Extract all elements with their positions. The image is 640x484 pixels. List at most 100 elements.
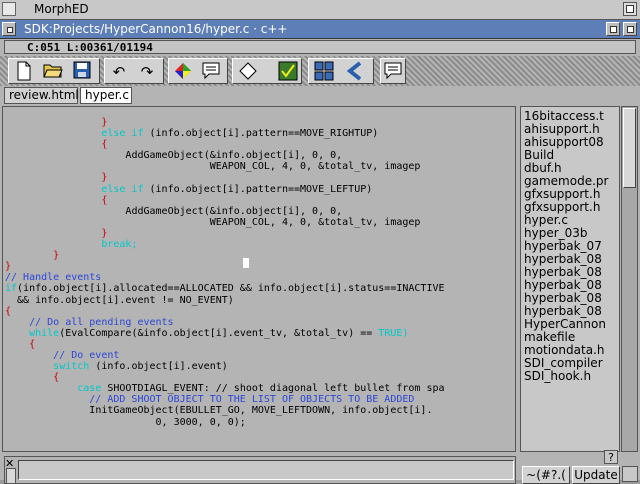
grid-icon[interactable] (313, 61, 335, 83)
brace-token: } (101, 117, 108, 128)
code-line: else if (info.object[i].pattern==MOVE_LE… (5, 184, 445, 195)
code-line: WEAPON_COL, 4, 0, &total_tv, imagep (5, 161, 445, 172)
code-line: AddGameObject(&info.object[i], 0, 0, (5, 206, 445, 217)
file-list-scrollbar[interactable] (621, 106, 638, 452)
code-line: WEAPON_COL, 4, 0, &total_tv, imagep (5, 217, 445, 228)
indent-token (5, 161, 210, 172)
shape-group (232, 58, 302, 84)
code-line: { (5, 372, 445, 383)
screen-title: MorphED (34, 2, 89, 16)
close-window-icon[interactable] (2, 22, 16, 36)
arrow-icon[interactable] (345, 61, 367, 83)
code-line: InitGameObject(EBULLET_GO, MOVE_LEFTDOWN… (5, 405, 445, 416)
indent-token (5, 150, 125, 161)
command-input[interactable] (18, 460, 514, 480)
shape-diamond-icon[interactable] (237, 61, 259, 83)
zoom-icon[interactable] (606, 22, 620, 36)
screen-menu-icon[interactable] (2, 2, 16, 16)
redo-icon[interactable]: ↷ (136, 61, 158, 83)
comment-token: // Handle events (5, 272, 102, 284)
keyword-token: while (29, 327, 60, 339)
indent-token (5, 417, 156, 428)
tab-hyper-c[interactable]: hyper.c (80, 87, 132, 104)
comment-token: // ADD SHOOT OBJECT TO THE LIST OF OBJEC… (5, 394, 415, 406)
indent-token (5, 405, 89, 416)
code-token: (info.object[i].allocated==ALLOCATED && … (17, 283, 445, 295)
scrollbar-knob[interactable] (623, 108, 636, 188)
code-token: AddGameObject(&info.object[i], 0, 0, (125, 205, 343, 217)
filter-pattern-button[interactable]: ~(#?.( (522, 466, 570, 484)
file-list-item[interactable]: SDI_hook.h (524, 370, 591, 383)
tab-review-html[interactable]: review.html (4, 87, 79, 104)
open-folder-icon[interactable] (42, 61, 64, 83)
color-diamond-icon[interactable] (172, 61, 194, 83)
text-cursor (243, 258, 249, 268)
brace-token: { (29, 338, 36, 350)
notes-group (380, 58, 406, 84)
cursor-status-line: C:051 L:00361/01194 (4, 40, 636, 54)
code-line: && info.object[i].event != NO_EVENT) (5, 295, 445, 306)
code-line: if(info.object[i].allocated==ALLOCATED &… (5, 283, 445, 294)
comment-icon[interactable] (200, 61, 222, 83)
code-token: && info.object[i].event != NO_EVENT) (5, 294, 234, 306)
history-group: ↶ ↷ (104, 58, 164, 84)
indent-token (5, 250, 53, 261)
code-line: } (5, 261, 445, 272)
code-token: (info.object[i].pattern==MOVE_LEFTUP) (143, 183, 373, 195)
code-editor[interactable]: } else if (info.object[i].pattern==MOVE_… (2, 106, 516, 452)
new-file-icon[interactable] (13, 61, 35, 83)
undo-icon[interactable]: ↶ (108, 61, 130, 83)
keyword-token: else if (101, 183, 144, 195)
comment-token: // Do all pending events (5, 316, 174, 328)
code-token: WEAPON_COL, 4, 0, &total_tv, imagep (209, 216, 421, 228)
code-line: AddGameObject(&info.object[i], 0, 0, (5, 150, 445, 161)
keyword-token: break; (101, 239, 138, 251)
update-button[interactable]: Update (572, 466, 620, 484)
indent-token (5, 128, 101, 139)
note-icon[interactable] (382, 61, 404, 83)
panel-scrollbar[interactable] (6, 468, 16, 484)
indent-token (5, 195, 101, 206)
brace-token: { (101, 139, 108, 151)
code-lines: } else if (info.object[i].pattern==MOVE_… (5, 117, 445, 428)
indent-token (5, 206, 125, 217)
code-line: switch (info.object[i].event) (5, 361, 445, 372)
brace-token: } (5, 261, 12, 273)
code-line: } (5, 172, 445, 183)
screen-title-bar: MorphED (0, 0, 640, 20)
indent-token (5, 117, 101, 128)
keyword-token: case (77, 383, 102, 395)
indent-token (5, 239, 101, 250)
code-line: // Do event (5, 350, 445, 361)
code-line: { (5, 339, 445, 350)
code-token: 0, 3000, 0, 0); (155, 416, 246, 428)
indent-token (5, 328, 29, 339)
cursor-position: C:051 L:00361/01194 (27, 41, 153, 54)
code-line: } (5, 250, 445, 261)
format-group (168, 58, 228, 84)
window-depth-icon[interactable] (623, 22, 637, 36)
brace-token: { (53, 372, 60, 384)
file-group (8, 58, 100, 84)
code-token: WEAPON_COL, 4, 0, &total_tv, imagep (209, 161, 421, 173)
window-title-bar[interactable]: SDK:Projects/HyperCannon16/hyper.c · c++ (0, 20, 640, 39)
code-line: case SHOOTDIAGL_EVENT: // shoot diagonal… (5, 383, 444, 395)
code-token: (info.object[i].event) (89, 361, 228, 373)
indent-token (5, 383, 77, 394)
code-line: else if (info.object[i].pattern==MOVE_RI… (5, 128, 445, 139)
view-group (308, 58, 374, 84)
screen-depth-icon[interactable] (623, 2, 637, 16)
check-icon[interactable] (277, 61, 299, 83)
save-disk-icon[interactable] (71, 61, 93, 83)
keyword-token: else if (101, 128, 144, 140)
indent-token (5, 361, 53, 372)
indent-token (5, 139, 101, 150)
toolbar: ↶ ↷ (0, 56, 640, 86)
indent-token (5, 172, 101, 183)
brace-token: { (5, 305, 12, 317)
brace-token: } (101, 227, 108, 239)
code-token: (info.object[i].pattern==MOVE_RIGHTUP) (143, 128, 379, 140)
keyword-token: if (5, 283, 18, 295)
code-token: (EvalCompare(&info.object[i].event_tv, &… (59, 327, 379, 339)
help-button[interactable]: ? (604, 450, 618, 464)
